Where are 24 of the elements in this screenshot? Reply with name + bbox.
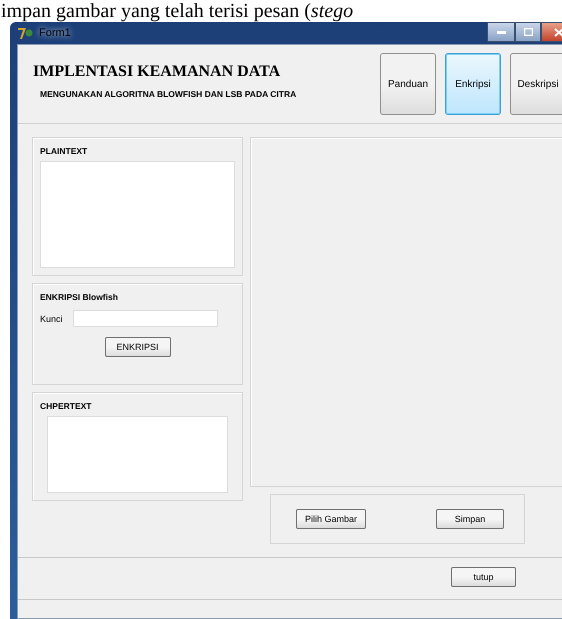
plaintext-field[interactable] — [40, 161, 235, 268]
group-title: PLAINTEXT — [40, 146, 88, 156]
app-icon — [17, 25, 33, 41]
ciphertext-field[interactable] — [47, 416, 228, 493]
choose-image-button[interactable]: Pilih Gambar — [296, 509, 366, 529]
document-text: impan gambar yang telah terisi pesan (stego — [1, 0, 354, 22]
close-form-button[interactable]: tutup — [451, 567, 516, 587]
encrypt-button[interactable]: ENKRIPSI — [104, 337, 170, 357]
minimize-button[interactable] — [487, 22, 515, 42]
maximize-icon — [524, 28, 532, 36]
app-title: IMPLENTASI KEAMANAN DATA — [33, 63, 282, 81]
app-subtitle: MENGUNAKAN ALGORITNA BLOWFISH DAN LSB PADA CITRA — [40, 89, 298, 99]
nav-button[interactable]: Deskripsi — [510, 53, 562, 115]
maximize-button[interactable] — [515, 22, 541, 42]
minimize-icon — [496, 30, 506, 34]
key-label: Kunci — [40, 314, 63, 324]
nav-button[interactable]: Panduan — [380, 53, 436, 115]
group-title: ENKRIPSI Blowfish — [40, 292, 119, 302]
nav-button[interactable]: Enkripsi — [445, 53, 501, 115]
save-button[interactable]: Simpan — [436, 509, 504, 529]
window-title: Form1 — [39, 27, 71, 39]
close-icon — [554, 28, 562, 36]
group-title: CHPERTEXT — [40, 401, 92, 411]
key-field[interactable] — [72, 310, 218, 327]
